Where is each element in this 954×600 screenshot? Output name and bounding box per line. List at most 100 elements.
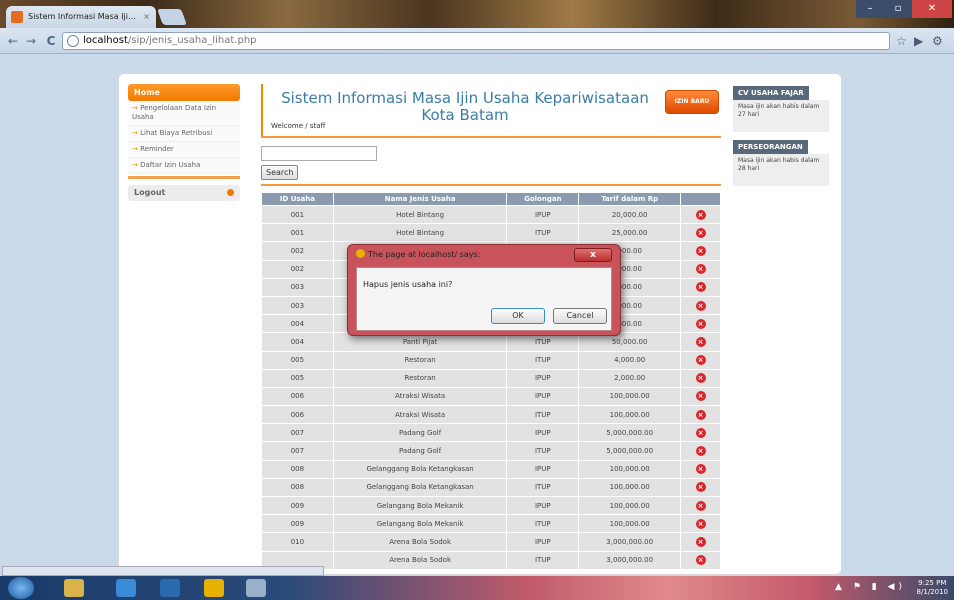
menu-item-daftar[interactable]: → Daftar Izin Usaha — [128, 158, 240, 174]
media-player-icon[interactable] — [160, 579, 180, 597]
app-taskbar-icon[interactable] — [246, 579, 266, 597]
clock-time: 9:25 PM — [918, 579, 947, 587]
delete-icon[interactable]: × — [695, 318, 706, 329]
search-input[interactable] — [261, 146, 377, 161]
cell-tarif: 100,000.00 — [578, 514, 682, 534]
start-button[interactable] — [8, 577, 34, 599]
explorer-icon[interactable] — [64, 579, 84, 597]
menu-home[interactable]: Home — [128, 84, 240, 101]
cell-nama: Hotel Bintang — [332, 223, 508, 243]
tab-close-icon[interactable]: × — [143, 6, 150, 28]
cell-golongan: IPUP — [506, 386, 580, 407]
delete-icon[interactable]: × — [695, 373, 706, 384]
dialog-close-button[interactable]: x — [574, 248, 612, 262]
cell-id: 007 — [261, 441, 334, 461]
cell-delete: × — [680, 314, 721, 334]
search-area: Search — [261, 138, 721, 184]
cell-nama: Atraksi Wisata — [332, 405, 508, 425]
delete-icon[interactable]: × — [695, 336, 706, 347]
cell-delete: × — [680, 532, 721, 552]
izin-baru-button[interactable]: IZIN BARU — [665, 90, 719, 114]
delete-icon[interactable]: × — [695, 300, 706, 311]
cell-id: 001 — [261, 223, 334, 243]
delete-icon[interactable]: × — [695, 227, 706, 238]
bookmark-star-icon[interactable]: ☆ — [896, 34, 907, 48]
back-icon[interactable]: ← — [4, 33, 22, 49]
cell-id: 009 — [261, 514, 334, 534]
cell-golongan: ITUP — [506, 550, 580, 570]
logout-label: Logout — [134, 188, 166, 197]
system-tray[interactable]: ▲ ⚑ ▮ ◀) — [835, 582, 906, 592]
menu-divider — [128, 176, 240, 179]
cell-tarif: 4,000.00 — [578, 350, 682, 370]
table-row: 005 Restoran ITUP 4,000.00 × — [261, 350, 721, 370]
page-menu-icon[interactable]: ▶ — [914, 34, 923, 48]
ie-icon[interactable] — [116, 579, 136, 597]
cancel-button[interactable]: Cancel — [553, 308, 607, 324]
cell-tarif: 3,000,000.00 — [578, 550, 682, 570]
cell-tarif: 100,000.00 — [578, 459, 682, 479]
delete-icon[interactable]: × — [695, 282, 706, 293]
minimize-button[interactable]: – — [856, 0, 884, 18]
delete-icon[interactable]: × — [695, 264, 706, 275]
delete-icon[interactable]: × — [695, 482, 706, 493]
cell-id: 005 — [261, 350, 334, 370]
cell-id: 002 — [261, 259, 334, 279]
logout-button[interactable]: Logout — [128, 185, 240, 201]
menu-item-reminder[interactable]: → Reminder — [128, 142, 240, 158]
reminder-text: Masa ijin akan habis dalam 28 hari — [733, 154, 829, 186]
ok-button[interactable]: OK — [491, 308, 545, 324]
cell-id: 003 — [261, 277, 334, 297]
cell-nama: Restoran — [332, 368, 508, 388]
close-window-button[interactable]: ✕ — [912, 0, 952, 18]
arrow-icon: → — [132, 145, 141, 153]
cell-delete: × — [680, 405, 721, 425]
delete-icon[interactable]: × — [695, 245, 706, 256]
cell-id: 003 — [261, 295, 334, 316]
menu-item-pengelolaan[interactable]: → Pengelolaan Data Izin Usaha — [128, 101, 240, 126]
search-button[interactable]: Search — [261, 165, 299, 180]
table-row: 006 Atraksi Wisata IPUP 100,000.00 × — [261, 386, 721, 407]
delete-icon[interactable]: × — [695, 355, 706, 366]
cell-delete: × — [680, 514, 721, 534]
clock-date: 8/1/2010 — [916, 588, 948, 596]
table-row: 005 Restoran IPUP 2,000.00 × — [261, 368, 721, 388]
delete-icon[interactable]: × — [695, 409, 706, 420]
col-header: ID Usaha — [261, 192, 334, 206]
wrench-icon[interactable]: ⚙ — [932, 34, 943, 48]
cell-delete: × — [680, 477, 721, 498]
delete-icon[interactable]: × — [695, 391, 706, 402]
chrome-taskbar-icon[interactable] — [204, 579, 224, 597]
cell-delete: × — [680, 350, 721, 370]
delete-icon[interactable]: × — [695, 500, 706, 511]
address-bar[interactable]: localhost/sip/jenis_usaha_lihat.php — [62, 32, 890, 50]
delete-icon[interactable]: × — [695, 427, 706, 438]
clock[interactable]: 9:25 PM 8/1/2010 — [917, 579, 948, 597]
welcome-text: Welcome / staff — [271, 122, 326, 130]
col-header: Golongan — [506, 192, 580, 206]
col-header: Nama Jenis Usaha — [332, 192, 508, 206]
delete-icon[interactable]: × — [695, 555, 706, 566]
cell-nama: Restoran — [332, 350, 508, 370]
forward-icon[interactable]: → — [22, 33, 40, 49]
cell-delete: × — [680, 368, 721, 388]
menu-item-biaya[interactable]: → Lihat Biaya Retribusi — [128, 126, 240, 142]
delete-icon[interactable]: × — [695, 209, 706, 220]
maximize-button[interactable]: ▫ — [884, 0, 912, 18]
cell-golongan: IPUP — [506, 204, 580, 225]
delete-icon[interactable]: × — [695, 464, 706, 475]
cell-id: 007 — [261, 423, 334, 443]
table-row: 006 Atraksi Wisata ITUP 100,000.00 × — [261, 405, 721, 425]
globe-icon — [67, 35, 79, 47]
url-host: localhost — [83, 35, 128, 46]
table-row: 001 Hotel Bintang ITUP 25,000.00 × — [261, 223, 721, 243]
delete-icon[interactable]: × — [695, 518, 706, 529]
delete-icon[interactable]: × — [695, 446, 706, 457]
browser-tab[interactable]: Sistem Informasi Masa Iji... × — [6, 6, 156, 28]
cell-nama: Arena Bola Sodok — [332, 550, 508, 570]
cell-delete: × — [680, 386, 721, 407]
new-tab-button[interactable] — [157, 9, 187, 25]
arrow-icon: → — [132, 104, 141, 112]
reload-icon[interactable]: C — [42, 33, 60, 49]
delete-icon[interactable]: × — [695, 536, 706, 547]
